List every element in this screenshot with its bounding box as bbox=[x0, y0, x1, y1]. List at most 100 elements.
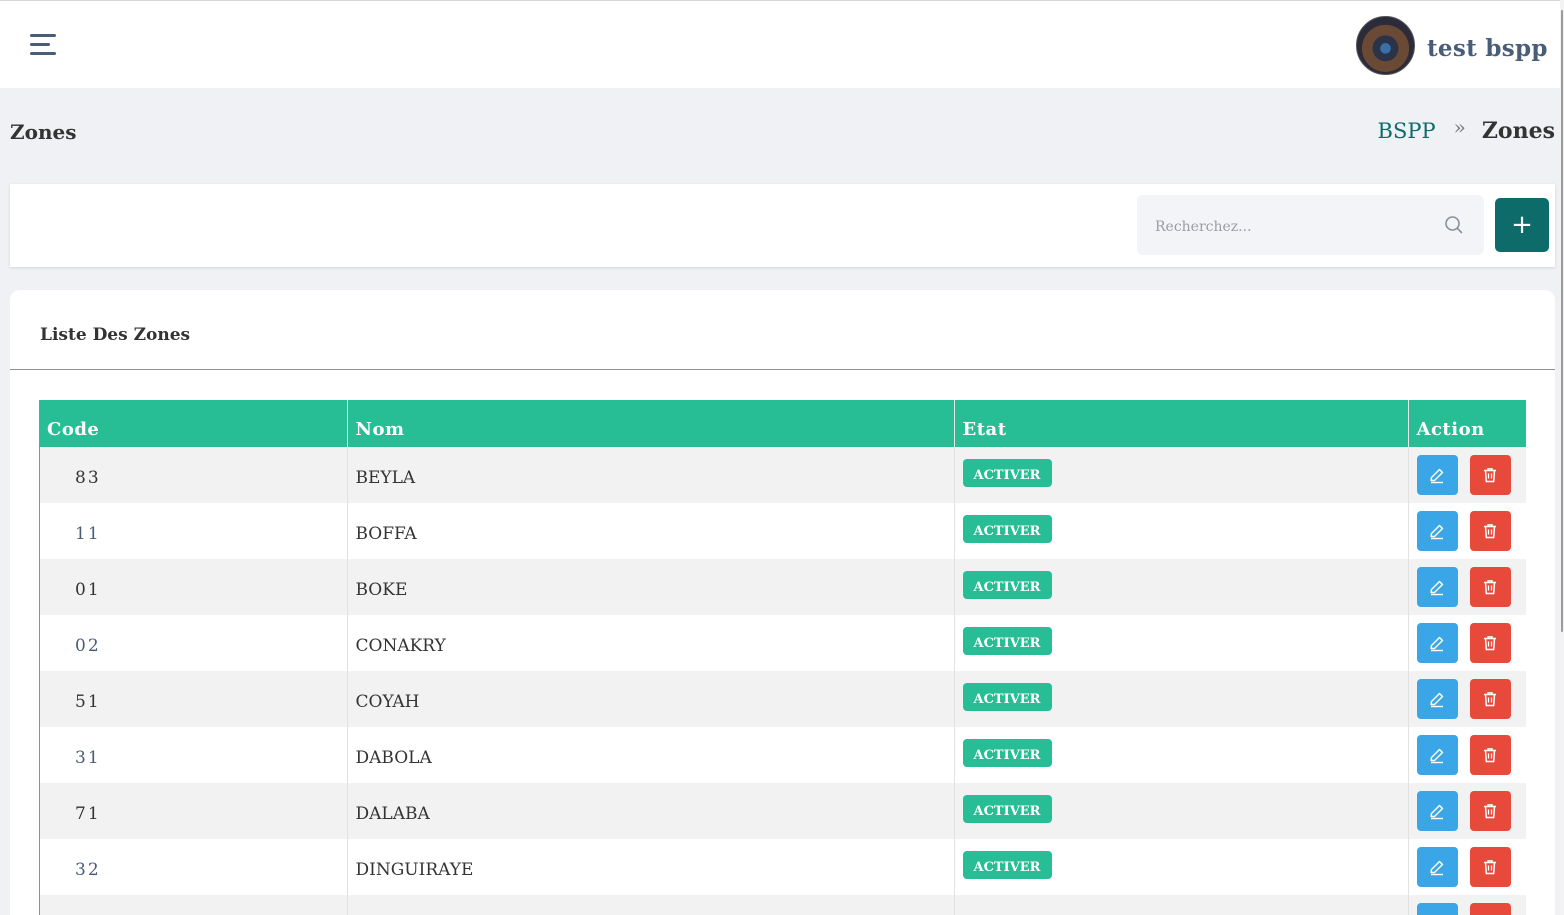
cell-nom: BEYLA bbox=[347, 447, 955, 503]
pencil-icon bbox=[1428, 522, 1446, 540]
cell-nom: CONAKRY bbox=[347, 615, 955, 671]
table-row: 32 DINGUIRAYE ACTIVER bbox=[39, 839, 1526, 895]
cell-nom: DALABA bbox=[347, 783, 955, 839]
table-row: 51 COYAH ACTIVER bbox=[39, 671, 1526, 727]
pencil-icon bbox=[1428, 690, 1446, 708]
cell-etat: ACTIVER bbox=[954, 559, 1409, 615]
cell-action bbox=[1408, 559, 1526, 615]
zones-table: Code Nom Etat Action 83 BEYLA ACTIVER 11 BOF… bbox=[39, 400, 1526, 915]
top-navbar: test bspp bbox=[0, 0, 1560, 88]
cell-action bbox=[1408, 783, 1526, 839]
cell-nom: DINGUIRAYE bbox=[347, 839, 955, 895]
cell-code: 31 bbox=[39, 727, 348, 783]
cell-nom bbox=[347, 895, 955, 915]
edit-button[interactable] bbox=[1416, 623, 1458, 663]
status-badge: ACTIVER bbox=[962, 627, 1052, 655]
cell-etat: ACTIVER bbox=[954, 727, 1409, 783]
table-row: 02 CONAKRY ACTIVER bbox=[39, 615, 1526, 671]
cell-etat: ACTIVER bbox=[954, 839, 1409, 895]
column-header-code[interactable]: Code bbox=[39, 400, 348, 447]
edit-button[interactable] bbox=[1416, 735, 1458, 775]
cell-nom: COYAH bbox=[347, 671, 955, 727]
scrollbar-thumb[interactable] bbox=[1561, 10, 1563, 632]
trash-icon bbox=[1481, 634, 1499, 652]
edit-button[interactable] bbox=[1416, 455, 1458, 495]
pencil-icon bbox=[1428, 466, 1446, 484]
edit-button[interactable] bbox=[1416, 679, 1458, 719]
status-badge: ACTIVER bbox=[962, 683, 1052, 711]
delete-button[interactable] bbox=[1469, 735, 1511, 775]
table-row: 83 BEYLA ACTIVER bbox=[39, 447, 1526, 503]
cell-code: 51 bbox=[39, 671, 348, 727]
search-input[interactable] bbox=[1137, 195, 1432, 255]
zones-list-card: Liste Des Zones Code Nom Etat Action 83 B… bbox=[10, 290, 1555, 915]
cell-etat: ACTIVER bbox=[954, 615, 1409, 671]
search-icon[interactable] bbox=[1432, 215, 1476, 235]
trash-icon bbox=[1481, 858, 1499, 876]
delete-button[interactable] bbox=[1469, 847, 1511, 887]
pencil-icon bbox=[1428, 858, 1446, 876]
status-badge: ACTIVER bbox=[962, 571, 1052, 599]
cell-code: 11 bbox=[39, 503, 348, 559]
user-avatar[interactable] bbox=[1356, 16, 1415, 75]
table-row: 71 DALABA ACTIVER bbox=[39, 783, 1526, 839]
toolbar-card: + bbox=[10, 184, 1555, 267]
edit-button[interactable] bbox=[1416, 511, 1458, 551]
column-header-etat[interactable]: Etat bbox=[954, 400, 1409, 447]
breadcrumb-current: Zones bbox=[1481, 118, 1555, 144]
delete-button[interactable] bbox=[1469, 791, 1511, 831]
cell-action bbox=[1408, 503, 1526, 559]
delete-button[interactable] bbox=[1469, 511, 1511, 551]
table-row bbox=[39, 895, 1526, 915]
breadcrumb-root-link[interactable]: BSPP bbox=[1378, 119, 1436, 143]
cell-action bbox=[1408, 895, 1526, 915]
hamburger-menu-icon[interactable] bbox=[30, 32, 58, 58]
edit-button[interactable] bbox=[1416, 791, 1458, 831]
delete-button[interactable] bbox=[1469, 567, 1511, 607]
cell-etat bbox=[954, 895, 1409, 915]
cell-action bbox=[1408, 447, 1526, 503]
pencil-icon bbox=[1428, 634, 1446, 652]
page-title: Zones bbox=[10, 120, 77, 144]
cell-action bbox=[1408, 671, 1526, 727]
cell-code: 71 bbox=[39, 783, 348, 839]
breadcrumb: BSPP » Zones bbox=[1378, 115, 1555, 144]
trash-icon bbox=[1481, 690, 1499, 708]
status-badge: ACTIVER bbox=[962, 739, 1052, 767]
delete-button[interactable] bbox=[1469, 679, 1511, 719]
cell-etat: ACTIVER bbox=[954, 447, 1409, 503]
cell-nom: DABOLA bbox=[347, 727, 955, 783]
column-header-action: Action bbox=[1408, 400, 1526, 447]
add-zone-button[interactable]: + bbox=[1495, 198, 1549, 252]
status-badge: ACTIVER bbox=[962, 851, 1052, 879]
delete-button[interactable] bbox=[1469, 623, 1511, 663]
status-badge: ACTIVER bbox=[962, 459, 1052, 487]
cell-code: 01 bbox=[39, 559, 348, 615]
pencil-icon bbox=[1428, 578, 1446, 596]
table-left-border bbox=[39, 400, 40, 915]
cell-etat: ACTIVER bbox=[954, 783, 1409, 839]
trash-icon bbox=[1481, 578, 1499, 596]
user-name[interactable]: test bspp bbox=[1427, 35, 1548, 62]
cell-etat: ACTIVER bbox=[954, 671, 1409, 727]
cell-action bbox=[1408, 727, 1526, 783]
cell-code: 02 bbox=[39, 615, 348, 671]
edit-button[interactable] bbox=[1416, 847, 1458, 887]
table-header-row: Code Nom Etat Action bbox=[39, 400, 1526, 447]
trash-icon bbox=[1481, 746, 1499, 764]
pencil-icon bbox=[1428, 746, 1446, 764]
page-scrollbar[interactable] bbox=[1560, 0, 1564, 915]
column-header-nom[interactable]: Nom bbox=[347, 400, 955, 447]
breadcrumb-separator-icon: » bbox=[1453, 115, 1466, 139]
trash-icon bbox=[1481, 802, 1499, 820]
edit-button[interactable] bbox=[1416, 903, 1458, 915]
cell-code: 32 bbox=[39, 839, 348, 895]
cell-code bbox=[39, 895, 348, 915]
edit-button[interactable] bbox=[1416, 567, 1458, 607]
table-row: 11 BOFFA ACTIVER bbox=[39, 503, 1526, 559]
trash-icon bbox=[1481, 522, 1499, 540]
delete-button[interactable] bbox=[1469, 903, 1511, 915]
table-row: 01 BOKE ACTIVER bbox=[39, 559, 1526, 615]
cell-etat: ACTIVER bbox=[954, 503, 1409, 559]
delete-button[interactable] bbox=[1469, 455, 1511, 495]
